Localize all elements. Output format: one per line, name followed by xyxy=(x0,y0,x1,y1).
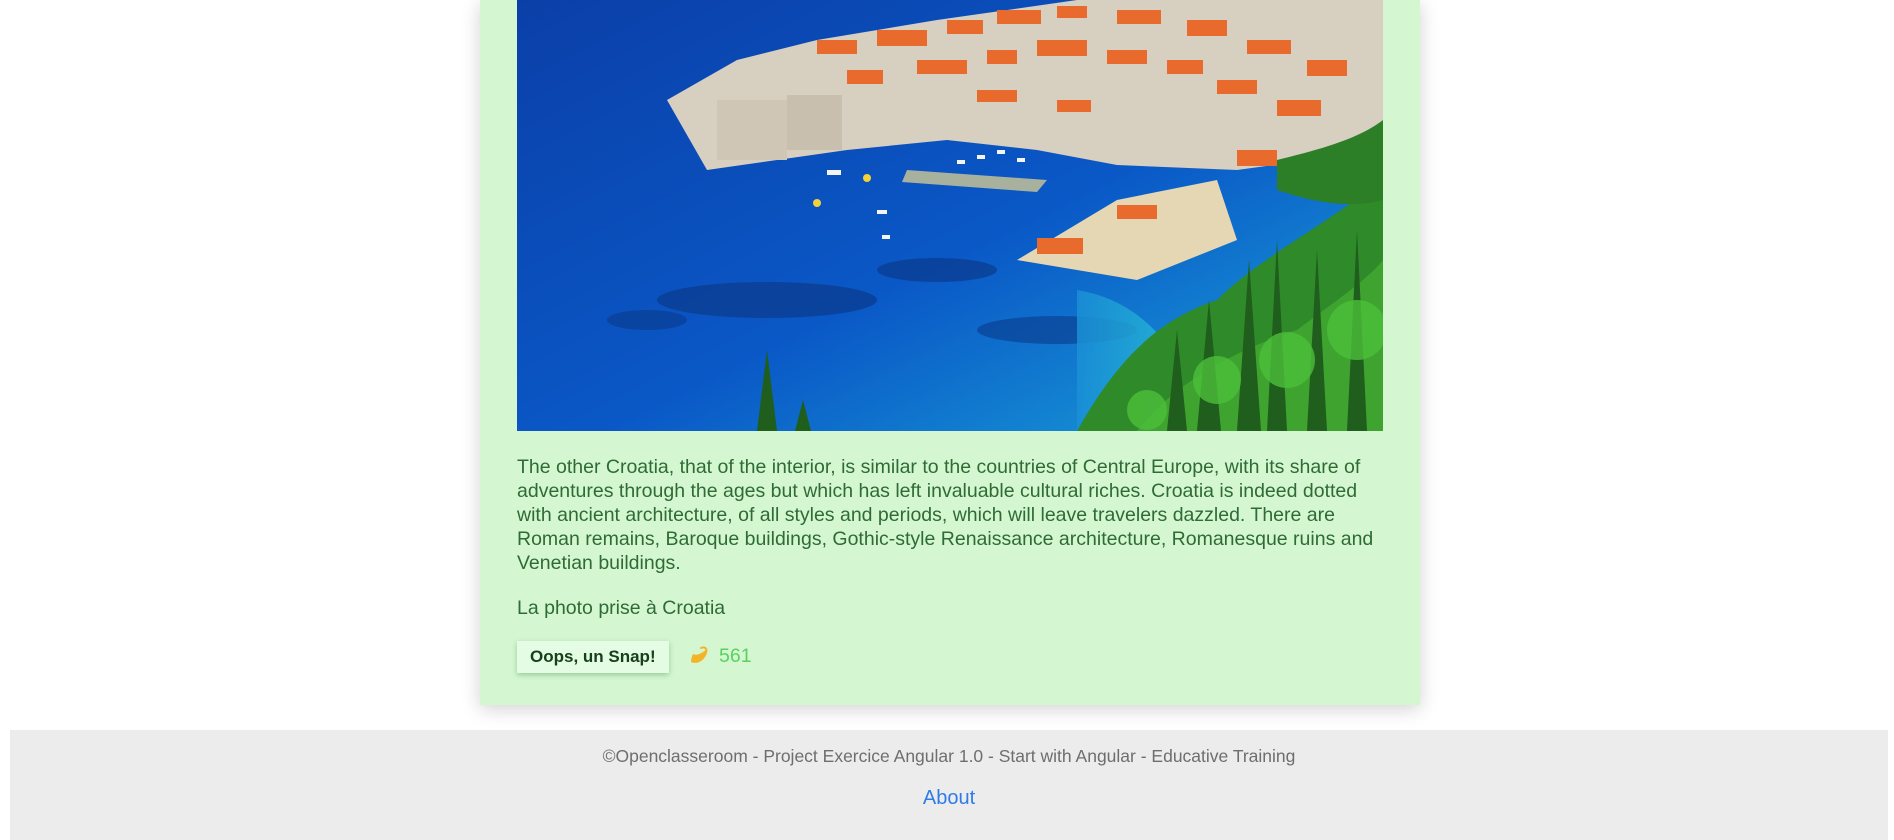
snap-photo xyxy=(517,0,1383,431)
snap-count: 561 xyxy=(719,644,752,667)
snap-location: La photo prise à Croatia xyxy=(517,597,726,619)
footer-copyright: ©Openclasseroom - Project Exercice Angul… xyxy=(602,746,1296,766)
about-link[interactable]: About xyxy=(10,785,1888,811)
face-snap-card: The other Croatia, that of the interior,… xyxy=(480,0,1420,705)
footer: ©Openclasseroom - Project Exercice Angul… xyxy=(10,730,1888,840)
snap-description: The other Croatia, that of the interior,… xyxy=(517,456,1374,574)
snap-button[interactable]: Oops, un Snap! xyxy=(517,641,669,673)
page: The other Croatia, that of the interior,… xyxy=(0,0,1894,840)
snap-counter: 561 xyxy=(687,643,752,669)
hand-snap-icon xyxy=(687,644,711,668)
